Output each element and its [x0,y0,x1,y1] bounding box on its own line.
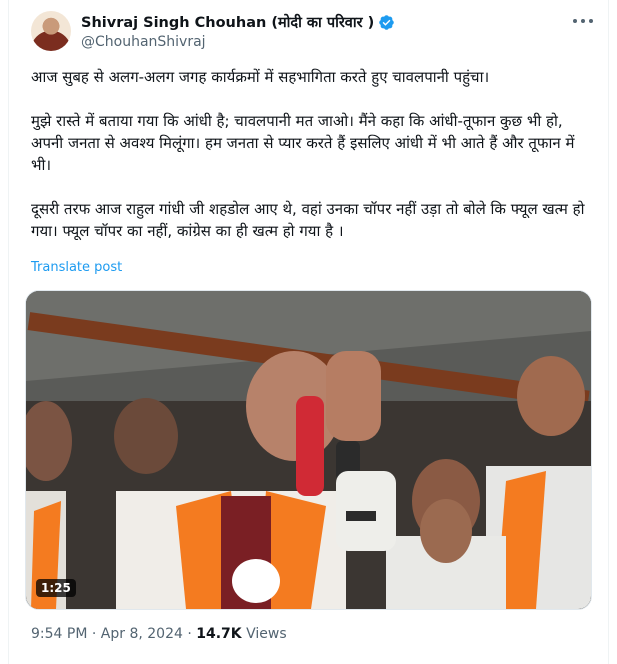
video-frame [26,291,591,609]
tweet-paragraph: आज सुबह से अलग-अलग जगह कार्यक्रमों में स… [31,68,490,86]
tweet-text: आज सुबह से अलग-अलग जगह कार्यक्रमों में स… [31,66,591,242]
separator: · [187,626,192,642]
tweet-paragraph: मुझे रास्ते में बताया गया कि आंधी है; चा… [31,112,575,174]
more-options-icon[interactable] [572,14,594,28]
author-name[interactable]: Shivraj Singh Chouhan (मोदी का परिवार ) [81,12,374,32]
video-duration-badge: 1:25 [36,579,76,597]
post-time[interactable]: 9:54 PM [31,626,87,642]
author-handle[interactable]: @ChouhanShivraj [81,34,206,50]
avatar[interactable] [31,11,71,51]
verified-badge-icon [379,14,394,30]
separator: · [91,626,97,642]
views-label: Views [246,626,287,642]
author-name-row[interactable]: Shivraj Singh Chouhan (मोदी का परिवार ) [81,12,395,32]
tweet-card: Shivraj Singh Chouhan (मोदी का परिवार ) … [8,0,609,664]
tweet-meta: 9:54 PM · Apr 8, 2024 · 14.7K Views [31,626,287,642]
tweet-paragraph: दूसरी तरफ आज राहुल गांधी जी शहडोल आए थे,… [31,200,585,240]
translate-post-link[interactable]: Translate post [31,260,122,275]
views-count: 14.7K [196,626,242,642]
post-date[interactable]: Apr 8, 2024 [101,626,183,642]
video-player[interactable]: 1:25 [25,290,592,610]
